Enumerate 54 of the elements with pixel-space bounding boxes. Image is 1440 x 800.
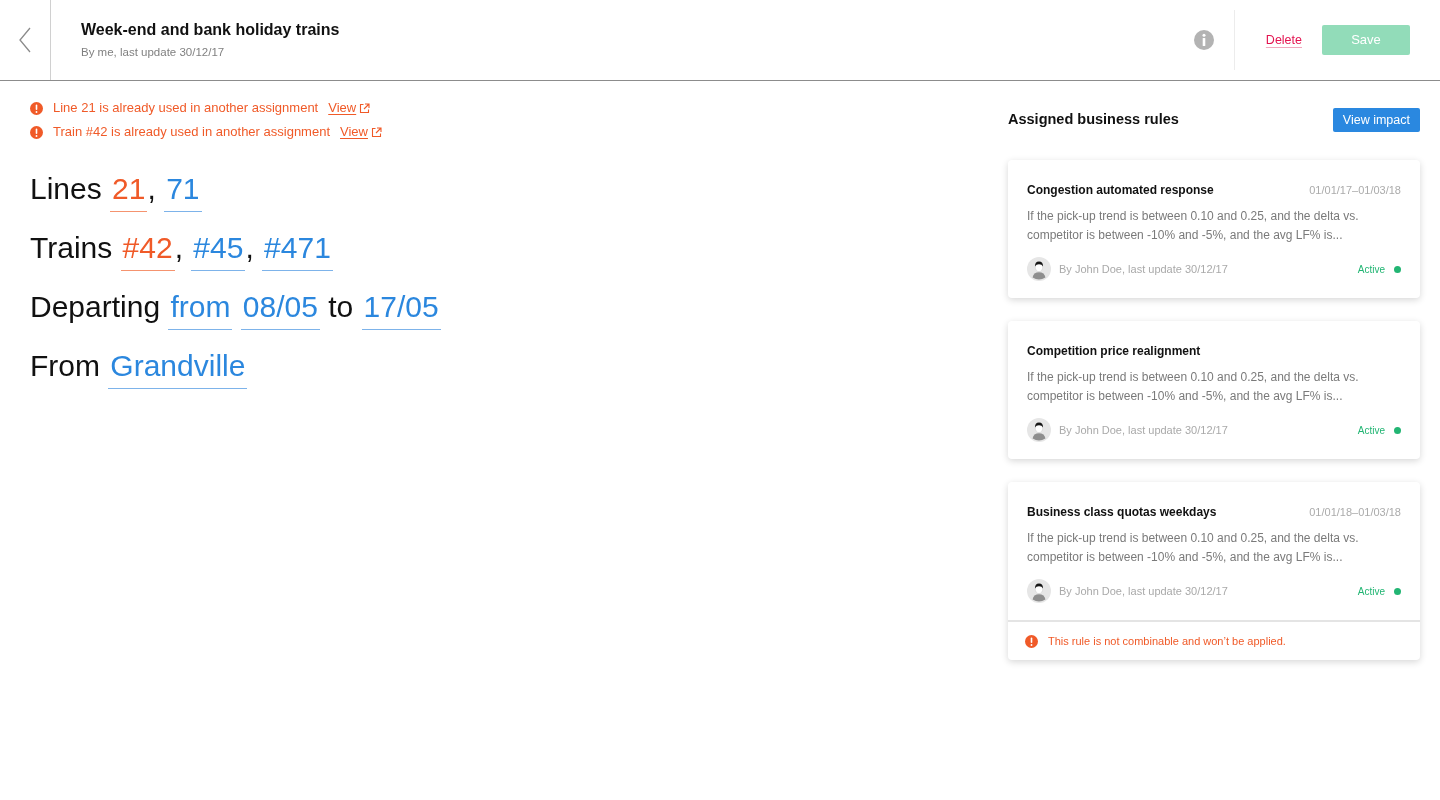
warning-text: Train #42 is already used in another assignment (53, 123, 330, 142)
rule-dates: 01/01/18–01/03/18 (1309, 505, 1401, 520)
view-link[interactable]: View (340, 122, 368, 142)
criterion-value[interactable]: #42 (120, 230, 175, 271)
rule-description: If the pick-up trend is between 0.10 and 0.25, and the delta vs. competitor is between -10% and -5%, and the avg LF% is... (1027, 208, 1360, 244)
external-link-icon[interactable] (359, 102, 371, 114)
info-icon[interactable] (1193, 30, 1214, 50)
criterion-label: Trains (30, 231, 113, 264)
rule-card[interactable] (1008, 160, 1420, 298)
criterion-value[interactable]: 21 (110, 171, 148, 212)
rule-description: If the pick-up trend is between 0.10 and 0.25, and the delta vs. competitor is between -10% and -5%, and the avg LF% is... (1027, 530, 1360, 566)
page-title: Week-end and bank holiday trains (81, 20, 341, 40)
rule-card[interactable]: Competition price realignment If the pick-up trend is between 0.10 and 0.25, and the delta vs. competitor is between -10% and -5%, and the avg LF% is... By John Doe, last update 30/12/17 Active (1008, 321, 1420, 459)
criterion-value[interactable]: from (168, 289, 233, 330)
separator-text: , (245, 231, 254, 264)
delete-link[interactable]: Delete (1265, 30, 1302, 50)
page-subtitle: By me, last update 30/12/17 (81, 45, 226, 60)
view-impact-button[interactable]: View impact (1332, 108, 1420, 132)
criterion-value[interactable]: 08/05 (240, 289, 320, 330)
avatar-icon (1027, 579, 1051, 603)
status-text: Active (1357, 423, 1385, 438)
status-text: Active (1357, 262, 1385, 277)
separator-text: , (147, 172, 156, 205)
criterion-label: Departing (30, 290, 161, 323)
separator-text: , (174, 231, 183, 264)
criterion-value[interactable]: #471 (262, 230, 333, 271)
chevron-left-icon[interactable] (19, 27, 31, 53)
view-link[interactable]: View (328, 98, 357, 118)
warning-text: Line 21 is already used in another assignment (53, 99, 319, 118)
rule-title: Business class quotas weekdays (1027, 504, 1217, 520)
rule-dates: 01/01/17–01/03/18 (1309, 183, 1401, 198)
warning-icon (1025, 634, 1038, 648)
criterion-label: to (328, 290, 354, 323)
rule-warning-text: This rule is not combinable and won’t be applied. (1048, 633, 1286, 649)
criterion-label: Lines (30, 172, 102, 205)
rule-title: Congestion automated response (1027, 182, 1214, 198)
warning-icon (30, 101, 43, 115)
rule-card[interactable] (1008, 482, 1420, 660)
avatar-icon (1027, 257, 1051, 281)
rule-author: By John Doe, last update 30/12/17 (1059, 583, 1229, 599)
criterion-label: From (30, 349, 100, 382)
warning-icon (30, 125, 43, 139)
rule-author: By John Doe, last update 30/12/17 (1059, 422, 1229, 438)
rule-author: By John Doe, last update 30/12/17 (1059, 261, 1229, 277)
panel-title: Assigned business rules (1008, 110, 1179, 130)
criterion-value[interactable]: 17/05 (361, 289, 441, 330)
rule-description: If the pick-up trend is between 0.10 and 0.25, and the delta vs. competitor is between -10% and -5%, and the avg LF% is... (1027, 369, 1360, 405)
external-link-icon[interactable] (370, 126, 382, 138)
status-text: Active (1357, 584, 1385, 599)
avatar-icon (1027, 418, 1051, 442)
rule-title: Competition price realignment (1027, 343, 1201, 359)
criterion-value[interactable]: Grandville (108, 348, 248, 389)
criterion-value[interactable]: #45 (191, 230, 246, 271)
criterion-value[interactable]: 71 (164, 171, 202, 212)
